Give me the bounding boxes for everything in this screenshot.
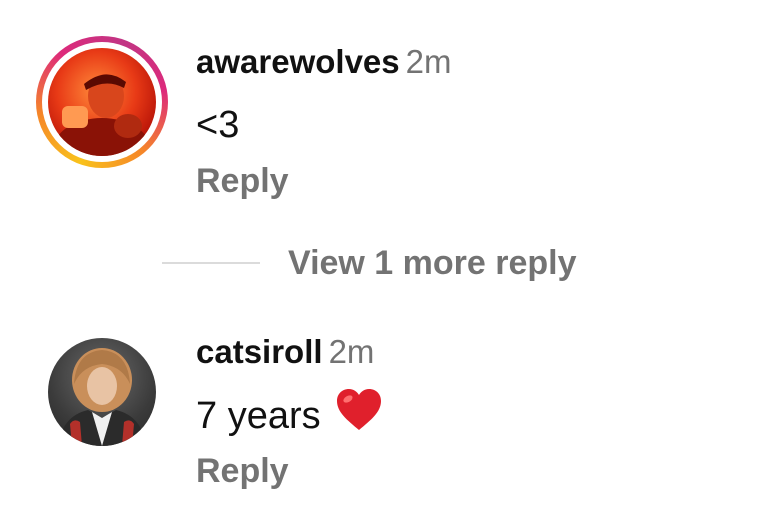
timestamp: 2m — [405, 43, 452, 80]
view-more-replies-button[interactable]: View 1 more reply — [162, 240, 577, 286]
comment-text-content: 7 years — [196, 395, 321, 437]
timestamp: 2m — [328, 333, 375, 370]
story-ring-gap — [42, 42, 162, 162]
avatar[interactable] — [48, 48, 156, 156]
comment-item: catsiroll 2m 7 years Reply — [0, 330, 761, 500]
comment-item: awarewolves 2m <3 Reply — [0, 30, 761, 220]
comment-header: awarewolves 2m — [196, 42, 451, 82]
username[interactable]: catsiroll — [196, 333, 323, 370]
reply-button[interactable]: Reply — [196, 450, 289, 492]
avatar[interactable] — [48, 338, 156, 446]
avatar-photo — [58, 348, 146, 446]
comment-header: catsiroll 2m — [196, 332, 374, 372]
comment-text: 7 years — [196, 388, 383, 443]
red-heart-icon — [335, 388, 383, 443]
view-more-label: View 1 more reply — [288, 243, 577, 282]
comments-section: awarewolves 2m <3 Reply View 1 more reply… — [0, 0, 761, 523]
divider-line — [162, 262, 260, 264]
comment-text: <3 — [196, 104, 240, 146]
avatar-photo — [54, 74, 150, 156]
username[interactable]: awarewolves — [196, 43, 400, 80]
story-ring[interactable] — [36, 36, 168, 168]
reply-button[interactable]: Reply — [196, 160, 289, 202]
